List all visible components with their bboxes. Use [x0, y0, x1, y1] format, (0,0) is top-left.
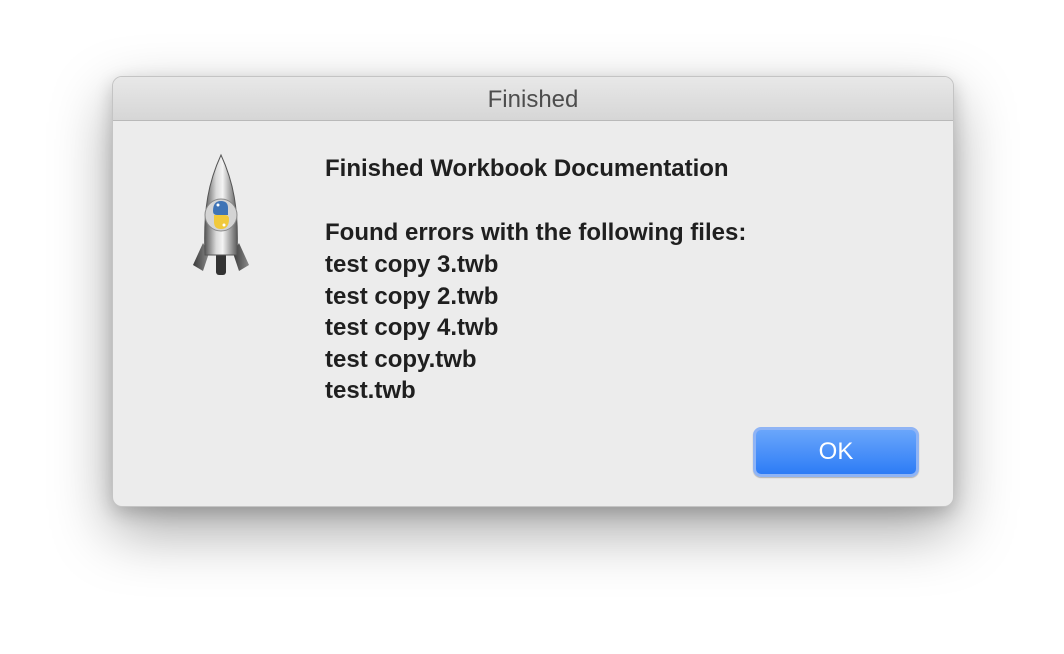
error-file-item: test copy 2.twb [325, 282, 499, 310]
finished-dialog: Finished Finished Workbook Documentation… [112, 76, 954, 507]
message-heading: Finished Workbook Documentation [325, 155, 729, 182]
error-summary: Found errors with the following files: [325, 219, 747, 246]
python-launcher-rocket-icon [191, 153, 251, 281]
error-file-item: test copy.twb [325, 345, 477, 373]
error-file-list: test copy 3.twb test copy 2.twb test cop… [325, 249, 925, 407]
message-content: Finished Workbook Documentation Found er… [325, 153, 925, 407]
window-title: Finished [487, 86, 579, 113]
desktop-background: Finished Finished Workbook Documentation… [0, 0, 1064, 654]
ok-button[interactable]: OK [753, 427, 919, 477]
titlebar: Finished [113, 77, 953, 121]
error-file-item: test copy 3.twb [325, 251, 499, 278]
error-file-item: test.twb [325, 377, 416, 404]
error-file-item: test copy 4.twb [325, 314, 499, 341]
